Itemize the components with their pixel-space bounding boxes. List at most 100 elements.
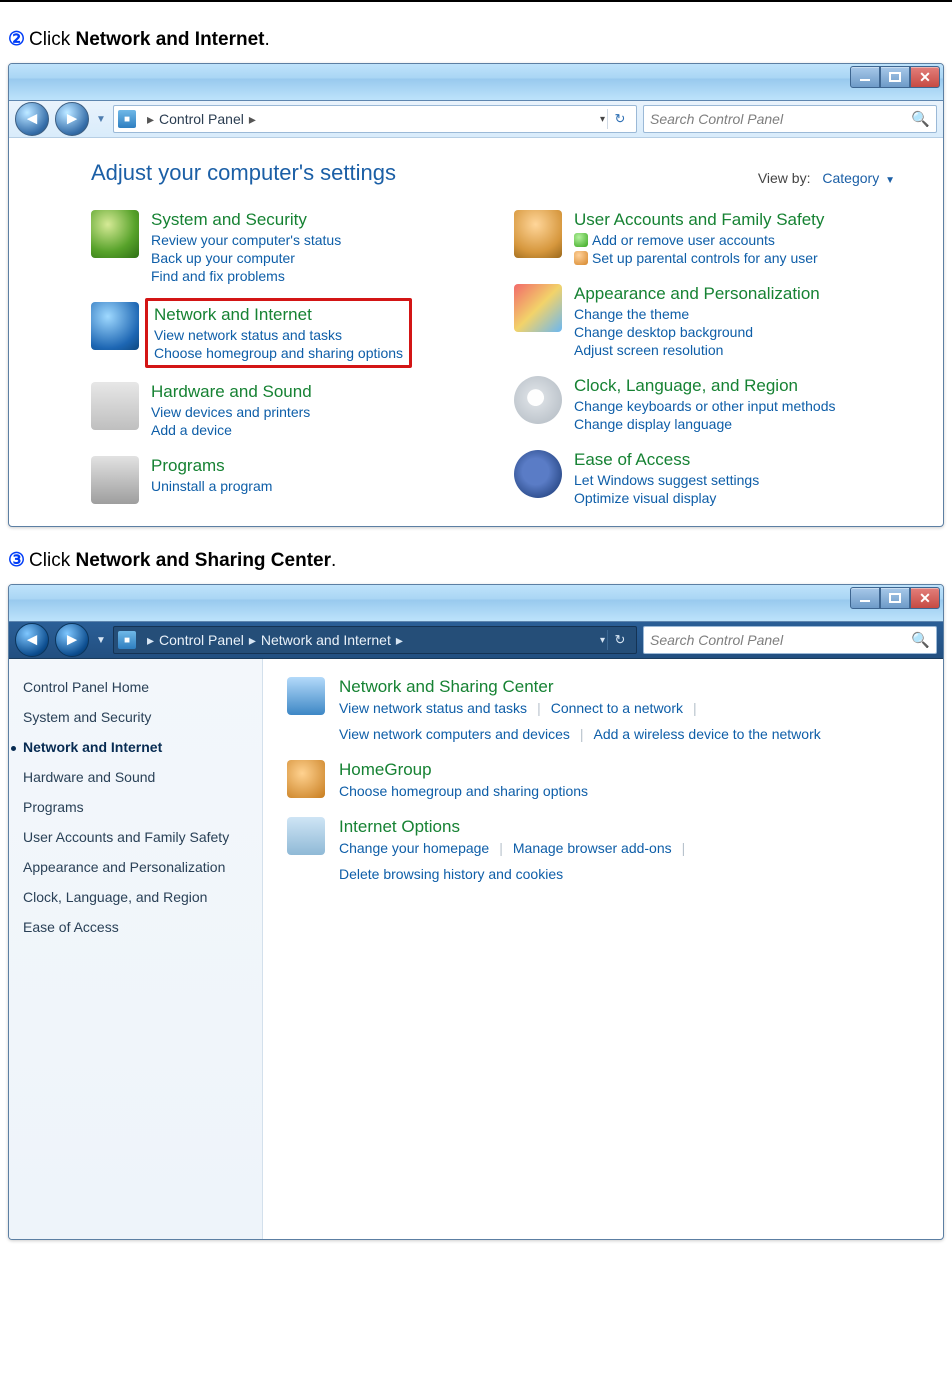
sidebar-item[interactable]: User Accounts and Family Safety [23, 829, 248, 845]
category-link[interactable]: Add or remove user accounts [574, 232, 824, 248]
category-heading[interactable]: Internet Options [339, 817, 919, 837]
category-link[interactable]: Change your homepage [339, 840, 489, 856]
forward-button[interactable]: ► [55, 623, 89, 657]
network-internet-window: ✕ ◄ ► ▼ ■ ▸ Control Panel ▸ Network and … [8, 584, 944, 1240]
bc-sep-icon: ▸ [249, 632, 256, 649]
category-link[interactable]: View network status and tasks [339, 700, 527, 716]
category: Appearance and Personalization Change the… [514, 284, 895, 358]
category-icon [91, 302, 139, 350]
sidebar-item[interactable]: Network and Internet [23, 739, 248, 755]
category-icon [514, 450, 562, 498]
step3-number: ③ [8, 550, 25, 571]
nav-bar: ◄ ► ▼ ■ ▸ Control Panel ▸ Network and In… [9, 622, 943, 659]
category-link[interactable]: Add a device [151, 422, 312, 438]
sidebar: Control Panel Home System and Security Net… [9, 659, 263, 1239]
back-button[interactable]: ◄ [15, 102, 49, 136]
tiny-icon [574, 251, 588, 265]
category-icon [514, 376, 562, 424]
category-link[interactable]: Review your computer's status [151, 232, 341, 248]
category-heading[interactable]: System and Security [151, 210, 341, 230]
category-link[interactable]: Choose homegroup and sharing options [339, 783, 588, 799]
chevron-down-icon[interactable]: ▾ [600, 114, 605, 125]
search-input[interactable]: Search Control Panel 🔍 [643, 105, 937, 133]
minimize-button[interactable] [850, 66, 880, 88]
search-icon: 🔍 [911, 631, 930, 649]
bc-item[interactable]: Control Panel [159, 632, 244, 648]
close-button[interactable]: ✕ [910, 587, 940, 609]
category-link[interactable]: View network status and tasks [154, 327, 403, 343]
category: Clock, Language, and Region Change keyboa… [514, 376, 895, 432]
sidebar-item[interactable]: Appearance and Personalization [23, 859, 248, 875]
maximize-button[interactable] [880, 66, 910, 88]
category-heading[interactable]: Network and Internet [154, 305, 403, 325]
highlighted-category: Network and Internet View network status … [145, 298, 412, 368]
category: Hardware and Sound View devices and print… [91, 382, 472, 438]
maximize-button[interactable] [880, 587, 910, 609]
category-link[interactable]: Let Windows suggest settings [574, 472, 759, 488]
category-heading[interactable]: Hardware and Sound [151, 382, 312, 402]
category-icon [287, 817, 325, 855]
chevron-down-icon: ▼ [885, 175, 895, 186]
category-link[interactable]: Change keyboards or other input methods [574, 398, 836, 414]
category-link[interactable]: Change display language [574, 416, 836, 432]
sidebar-item[interactable]: System and Security [23, 709, 248, 725]
back-button[interactable]: ◄ [15, 623, 49, 657]
category-heading[interactable]: Network and Sharing Center [339, 677, 919, 697]
category-link[interactable]: Adjust screen resolution [574, 342, 820, 358]
tiny-icon [574, 233, 588, 247]
category-icon [287, 677, 325, 715]
bc-item[interactable]: Network and Internet [261, 632, 391, 648]
category-link[interactable]: Change desktop background [574, 324, 820, 340]
category-link[interactable]: Optimize visual display [574, 490, 759, 506]
category-heading[interactable]: HomeGroup [339, 760, 588, 780]
category-heading[interactable]: Programs [151, 456, 272, 476]
category-link[interactable]: View network computers and devices [339, 726, 570, 742]
category-icon [91, 456, 139, 504]
category-link[interactable]: Connect to a network [551, 700, 683, 716]
forward-button[interactable]: ► [55, 102, 89, 136]
chevron-down-icon[interactable]: ▾ [600, 635, 605, 646]
category-link[interactable]: Uninstall a program [151, 478, 272, 494]
category-link[interactable]: Manage browser add-ons [513, 840, 672, 856]
sidebar-item[interactable]: Ease of Access [23, 919, 248, 935]
search-input[interactable]: Search Control Panel 🔍 [643, 626, 937, 654]
sidebar-item[interactable]: Clock, Language, and Region [23, 889, 248, 905]
category-heading[interactable]: Appearance and Personalization [574, 284, 820, 304]
step3-instruction: ③Click Network and Sharing Center. [8, 549, 944, 572]
bc-sep-icon: ▸ [396, 632, 403, 649]
nav-history-button[interactable]: ▼ [95, 626, 107, 654]
breadcrumb[interactable]: ■ ▸ Control Panel ▸ Network and Internet… [113, 626, 637, 654]
category-heading[interactable]: Ease of Access [574, 450, 759, 470]
category-heading[interactable]: User Accounts and Family Safety [574, 210, 824, 230]
bc-sep-icon: ▸ [249, 111, 256, 128]
nav-history-button[interactable]: ▼ [95, 105, 107, 133]
category-link[interactable]: Find and fix problems [151, 268, 341, 284]
sidebar-item[interactable]: Hardware and Sound [23, 769, 248, 785]
breadcrumb[interactable]: ■ ▸ Control Panel ▸ ▾ ↻ [113, 105, 637, 133]
titlebar: ✕ [9, 64, 943, 101]
refresh-button[interactable]: ↻ [607, 630, 632, 650]
category: Network and Sharing Center View network s… [287, 677, 919, 742]
category-link[interactable]: Add a wireless device to the network [594, 726, 821, 742]
close-button[interactable]: ✕ [910, 66, 940, 88]
category-link[interactable]: Back up your computer [151, 250, 341, 266]
sidebar-item[interactable]: Programs [23, 799, 248, 815]
titlebar: ✕ [9, 585, 943, 622]
minimize-button[interactable] [850, 587, 880, 609]
category-link[interactable]: Choose homegroup and sharing options [154, 345, 403, 361]
category: User Accounts and Family Safety Add or re… [514, 210, 895, 266]
search-placeholder: Search Control Panel [650, 632, 783, 648]
viewby-dropdown[interactable]: Category ▼ [822, 170, 895, 186]
category-link[interactable]: View devices and printers [151, 404, 312, 420]
bc-item[interactable]: Control Panel [159, 111, 244, 127]
sidebar-item[interactable]: Control Panel Home [23, 679, 248, 695]
category-icon [91, 382, 139, 430]
category-link[interactable]: Set up parental controls for any user [574, 250, 824, 266]
refresh-button[interactable]: ↻ [607, 109, 632, 129]
viewby: View by: Category ▼ [758, 170, 895, 186]
category-heading[interactable]: Clock, Language, and Region [574, 376, 836, 396]
category-link[interactable]: Change the theme [574, 306, 820, 322]
category: System and Security Review your computer'… [91, 210, 472, 284]
step2-instruction: ②Click Network and Internet. [8, 28, 944, 51]
category-link[interactable]: Delete browsing history and cookies [339, 866, 563, 882]
